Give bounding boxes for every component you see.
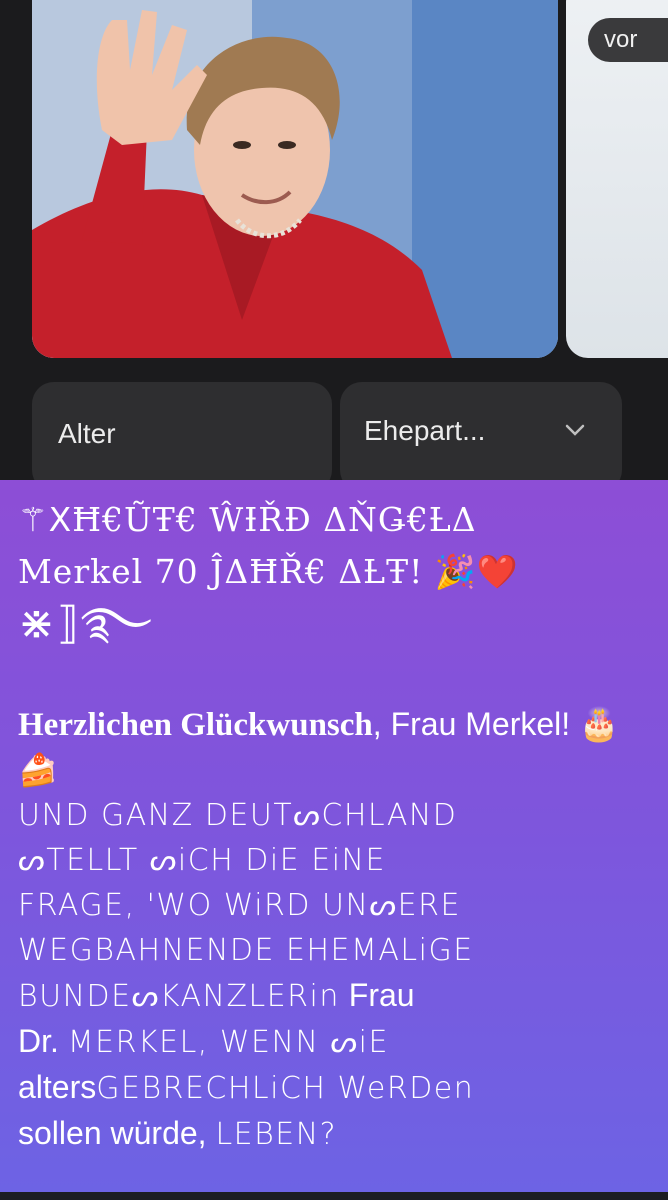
- ehepartner-chip-label: Ehepart...: [364, 415, 486, 446]
- body-line-5: BUNDEᔕKANZLERin Frau: [18, 973, 658, 1019]
- body-line-7-caps: GEBRECHLiCH WeRDen: [96, 1071, 475, 1106]
- bottom-bar: [0, 1192, 668, 1200]
- alter-chip-label: Alter: [58, 418, 116, 449]
- post-headline: ⚚ꓫĦ€ŨŦ€ ŴƗŘĐ ΔŇǤ€ȽΔ Merkel 70 ĴΔĦŘ€ ΔȽŦ!…: [18, 494, 658, 650]
- body-line-6-caps: MERKEL, WENN ᔕiE: [67, 1025, 389, 1060]
- body-line-8-a: sollen würde,: [18, 1115, 216, 1151]
- body-line-4: WEGBAHNENDE EHEMALiGE: [18, 933, 474, 968]
- body-line-6: Dr. MERKEL, WENN ᔕiE: [18, 1019, 658, 1065]
- headline-line-1: ⚚ꓫĦ€ŨŦ€ ŴƗŘĐ ΔŇǤ€ȽΔ: [18, 494, 658, 546]
- ehepartner-chip[interactable]: Ehepart...: [340, 382, 622, 480]
- body-line-1: UND GANZ DEUTᔕCHLAND: [18, 798, 458, 833]
- body-line-3: FRAGE, 'WO WiRD UNᔕERE: [18, 888, 461, 923]
- body-line-8-caps: LEBEN?: [215, 1117, 338, 1152]
- greeting-line: Herzlichen Glückwunsch, Frau Merkel! 🎂🍰: [18, 702, 658, 793]
- headline-text-1: ꓫĦ€ŨŦ€ ŴƗŘĐ ΔŇǤ€ȽΔ: [48, 500, 477, 539]
- person-waving-image: [32, 0, 558, 358]
- body-line-2: ᔕTELLT ᔕiCH DiE EiNE: [18, 843, 386, 878]
- more-button[interactable]: vor: [588, 18, 668, 62]
- body-line-6-a: Dr.: [18, 1023, 68, 1059]
- alter-chip[interactable]: Alter: [32, 382, 332, 480]
- post-text-panel: ⚚ꓫĦ€ŨŦ€ ŴƗŘĐ ΔŇǤ€ȽΔ Merkel 70 ĴΔĦŘ€ ΔȽŦ!…: [0, 480, 668, 1192]
- body-line-7-a: alters: [18, 1069, 97, 1105]
- headline-name: Merkel: [18, 552, 144, 591]
- more-button-label: vor: [604, 26, 638, 53]
- post-body: Herzlichen Glückwunsch, Frau Merkel! 🎂🍰 …: [18, 702, 658, 1157]
- decorative-ornament: ⋇⟧࿐: [18, 598, 154, 649]
- body-line-7: altersGEBRECHLiCH WeRDen: [18, 1065, 658, 1111]
- photo-card-main[interactable]: [32, 0, 558, 358]
- search-result-panel: vor Alter Ehepart...: [0, 0, 668, 480]
- body-line-5-rest: Frau: [339, 977, 415, 1013]
- headline-line-2: Merkel 70 ĴΔĦŘ€ ΔȽŦ! 🎉❤️: [18, 546, 658, 598]
- headline-text-2: 70 ĴΔĦŘ€ ΔȽŦ! 🎉❤️: [143, 552, 520, 591]
- body-line-5-caps: BUNDEᔕKANZLERin: [18, 979, 340, 1014]
- greeting-bold: Herzlichen Glückwunsch: [18, 707, 373, 743]
- chevron-down-icon: [565, 424, 585, 436]
- body-line-8: sollen würde, LEBEN?: [18, 1111, 658, 1157]
- caduceus-icon: ⚚: [18, 500, 49, 539]
